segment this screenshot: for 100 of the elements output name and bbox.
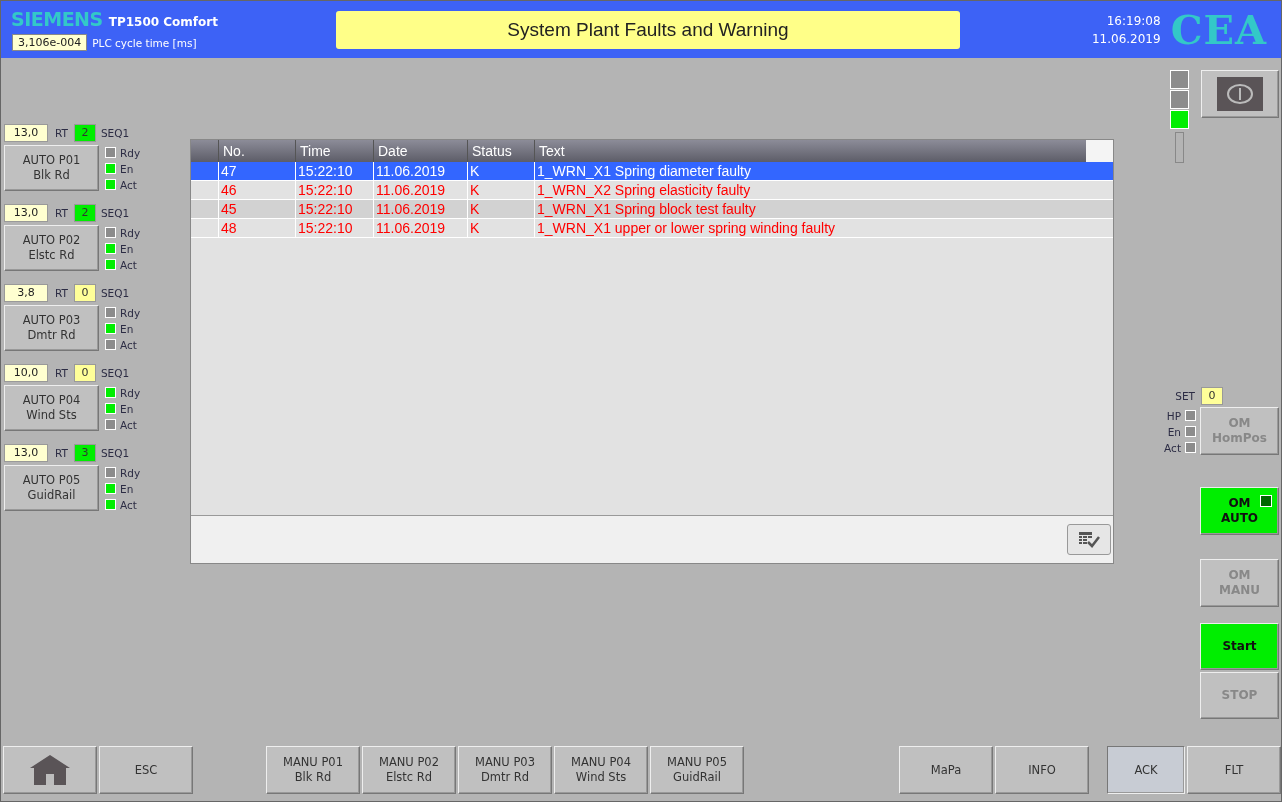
table-cell: 47 <box>219 162 296 180</box>
table-cell: 15:22:10 <box>296 219 374 237</box>
header-cell <box>191 140 219 162</box>
panel-model: TP1500 Comfort <box>108 15 218 29</box>
sequence-label: SEQ1 <box>100 367 130 379</box>
cycle-time-field: 3,106e-004 <box>12 34 88 51</box>
function-key[interactable]: ACK <box>1107 746 1185 794</box>
column-header[interactable]: Date <box>374 140 468 162</box>
lamp-label: Act <box>1164 441 1181 454</box>
table-cell: 45 <box>219 200 296 218</box>
runtime-label: RT <box>55 447 68 459</box>
lamp-label: En <box>120 162 134 175</box>
runtime-label: RT <box>55 287 68 299</box>
sequence-field: 2 <box>73 204 96 222</box>
runtime-label: RT <box>55 127 68 139</box>
column-header[interactable]: Status <box>468 140 535 162</box>
screen-title: System Plant Faults and Warning <box>336 10 960 49</box>
table-cell-text: 1_WRN_X1 Spring diameter faulty <box>536 162 752 180</box>
lamp-label: HP <box>1166 409 1181 422</box>
auto-mode-button[interactable]: AUTO P01 Blk Rd <box>4 145 99 191</box>
clock-time: 16:19:08 <box>1106 13 1161 28</box>
column-header[interactable]: No. <box>219 140 296 162</box>
auto-mode-button[interactable]: AUTO P05 GuidRail <box>4 465 99 511</box>
function-key[interactable]: MANU P01 Blk Rd <box>266 746 360 794</box>
lamp-label: Rdy <box>120 386 141 399</box>
power-icon <box>1217 77 1263 111</box>
column-header[interactable]: Text <box>535 140 1086 162</box>
auto-mode-button[interactable]: AUTO P04 Wind Sts <box>4 385 99 431</box>
lamp-label: En <box>120 322 134 335</box>
home-icon <box>29 754 71 786</box>
company-logo: CEA <box>1169 6 1268 53</box>
clock-date: 11.06.2019 <box>1091 31 1161 46</box>
alarm-row[interactable]: 47 15:22:10 11.06.2019 K 1_WRN_X1 Spring diameter faulty <box>191 162 1113 181</box>
table-cell: 46 <box>219 181 296 199</box>
sequence-label: SEQ1 <box>100 207 130 219</box>
auto-mode-button[interactable]: AUTO P02 Elstc Rd <box>4 225 99 271</box>
lamp-label: Rdy <box>120 466 141 479</box>
mode-button[interactable]: Start <box>1200 623 1279 670</box>
function-key[interactable]: ESC <box>99 746 193 794</box>
lamp-label: Rdy <box>120 146 141 159</box>
sequence-label: SEQ1 <box>100 127 130 139</box>
level-bar <box>1175 132 1184 163</box>
set-label: SET <box>1175 390 1195 402</box>
power-button[interactable] <box>1201 70 1279 118</box>
runtime-label: RT <box>55 207 68 219</box>
lamp-label: En <box>120 402 134 415</box>
alarm-filter-button[interactable] <box>1067 524 1111 555</box>
table-cell-text: 1_WRN_X1 Spring block test faulty <box>536 200 757 218</box>
table-cell: 15:22:10 <box>296 181 374 199</box>
function-key[interactable]: MANU P03 Dmtr Rd <box>458 746 552 794</box>
lamp-label: Act <box>120 418 137 431</box>
mode-button[interactable]: OM AUTO <box>1200 487 1279 535</box>
auto-mode-button[interactable]: AUTO P03 Dmtr Rd <box>4 305 99 351</box>
lamp-label: En <box>120 482 134 495</box>
table-cell: 15:22:10 <box>296 162 374 180</box>
sequence-label: SEQ1 <box>100 447 130 459</box>
table-cell: 11.06.2019 <box>374 181 468 199</box>
sequence-field: 0 <box>73 364 96 382</box>
lamp-label: En <box>120 242 134 255</box>
table-cell: K <box>468 219 535 237</box>
set-field: 0 <box>1201 387 1223 405</box>
function-key[interactable]: MaPa <box>899 746 993 794</box>
table-cell: 15:22:10 <box>296 200 374 218</box>
table-cell: 11.06.2019 <box>374 219 468 237</box>
sequence-field: 3 <box>73 444 96 462</box>
table-cell: 48 <box>219 219 296 237</box>
brand-logo: SIEMENS <box>11 8 103 30</box>
function-key[interactable]: MANU P02 Elstc Rd <box>362 746 456 794</box>
runtime-field: 13,0 <box>4 124 48 142</box>
lamp-label: Act <box>120 258 137 271</box>
table-check-icon <box>1078 530 1100 549</box>
lamp-label: Act <box>120 178 137 191</box>
table-cell-text: 1_WRN_X1 upper or lower spring winding faulty <box>536 219 837 237</box>
function-key[interactable]: FLT <box>1187 746 1281 794</box>
lamp-label: Rdy <box>120 226 141 239</box>
table-cell: 11.06.2019 <box>374 200 468 218</box>
table-cell: 11.06.2019 <box>374 162 468 180</box>
function-key[interactable]: MANU P05 GuidRail <box>650 746 744 794</box>
runtime-label: RT <box>55 367 68 379</box>
sequence-label: SEQ1 <box>100 287 130 299</box>
runtime-field: 13,0 <box>4 444 48 462</box>
runtime-field: 10,0 <box>4 364 48 382</box>
table-cell: K <box>468 162 535 180</box>
lamp-label: Act <box>120 338 137 351</box>
function-key[interactable]: INFO <box>995 746 1089 794</box>
lamp-label: En <box>1167 425 1181 438</box>
runtime-field: 3,8 <box>4 284 48 302</box>
runtime-field: 13,0 <box>4 204 48 222</box>
table-cell: K <box>468 200 535 218</box>
lamp-label: Rdy <box>120 306 141 319</box>
cycle-time-label: PLC cycle time [ms] <box>92 36 197 49</box>
sequence-field: 0 <box>73 284 96 302</box>
table-cell: K <box>468 181 535 199</box>
home-button[interactable] <box>3 746 97 794</box>
table-cell-text: 1_WRN_X2 Spring elasticity faulty <box>536 181 752 199</box>
sequence-field: 2 <box>73 124 96 142</box>
function-key[interactable]: MANU P04 Wind Sts <box>554 746 648 794</box>
scrollbar-corner <box>1086 140 1113 162</box>
lamp-label: Act <box>120 498 137 511</box>
column-header[interactable]: Time <box>296 140 374 162</box>
